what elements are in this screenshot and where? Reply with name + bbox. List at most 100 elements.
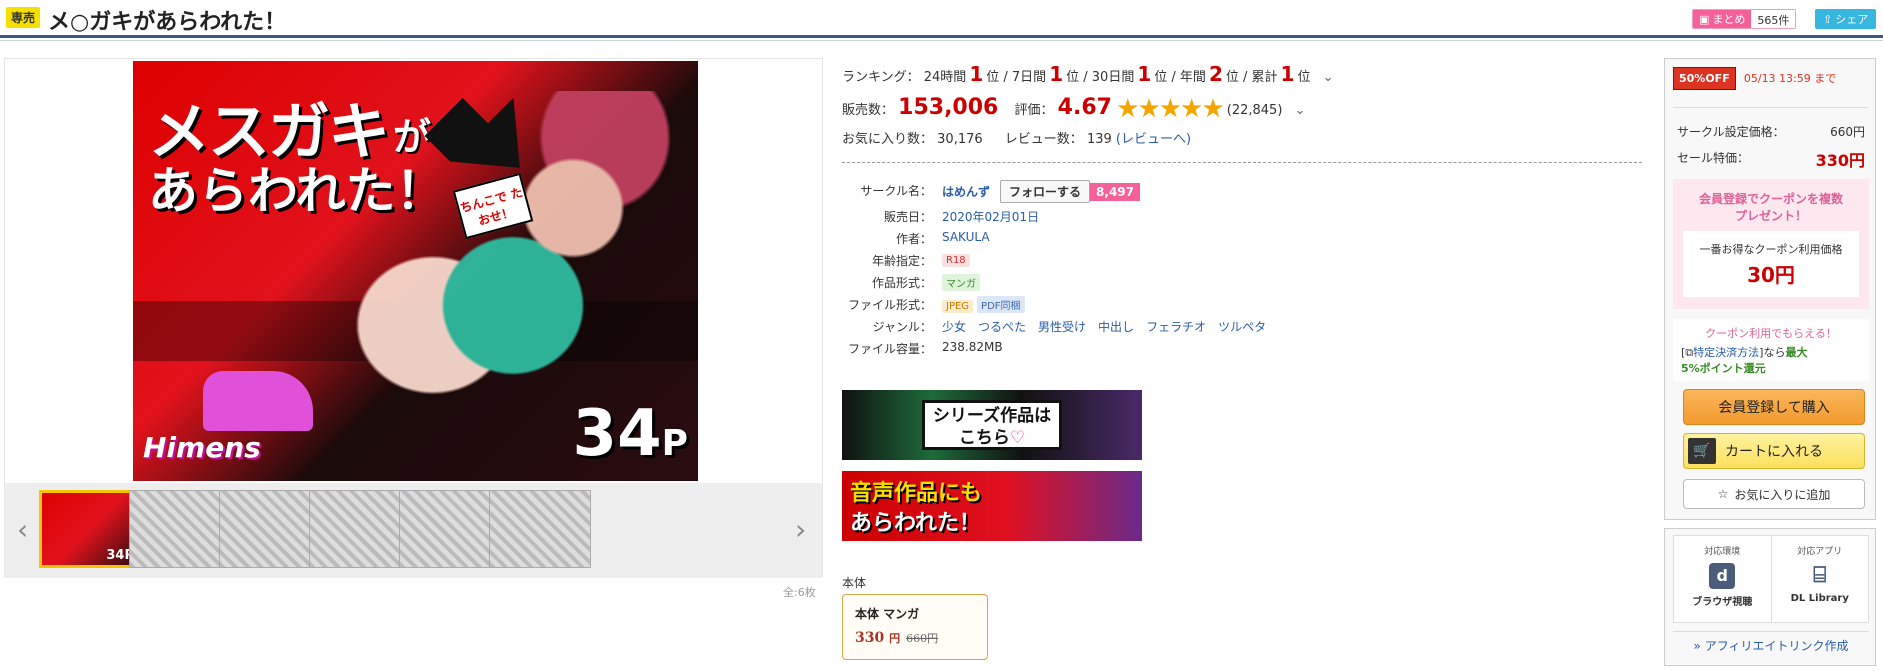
sales-row: 販売数： 153,006 評価： 4.67 ★★★★★ (22,845) ⌄ bbox=[842, 94, 1305, 124]
age-key: 年齢指定： bbox=[871, 254, 932, 268]
edition-title: 本体 マンガ bbox=[855, 607, 920, 621]
genre-link[interactable]: フェラチオ bbox=[1146, 320, 1206, 334]
ranking-period: 累計 bbox=[1251, 70, 1278, 85]
edition-price-value: 330 bbox=[855, 630, 885, 646]
coupon-heading: 会員登録でクーポンを複数プレゼント！ bbox=[1698, 192, 1843, 223]
add-to-cart-button[interactable]: 🛒 カートに入れる bbox=[1683, 433, 1865, 469]
edition-old-price: 660円 bbox=[906, 632, 939, 645]
file-format-tag[interactable]: JPEG bbox=[942, 300, 974, 313]
ranking-unit: 位 bbox=[1154, 70, 1168, 85]
star-icon: ☆ bbox=[1717, 487, 1729, 501]
affiliate-link[interactable]: » アフィリエイトリンク作成 bbox=[1673, 631, 1869, 659]
thumbnail[interactable] bbox=[399, 490, 501, 568]
rating-value: 4.67 bbox=[1057, 95, 1112, 120]
app-env[interactable]: 対応アプリ ⌸ DL Library bbox=[1770, 536, 1869, 622]
genre-link[interactable]: 中出し bbox=[1098, 320, 1134, 334]
release-date-link[interactable]: 2020年02月01日 bbox=[942, 208, 1039, 225]
voice-banner[interactable]: 音声作品にも あらわれた！ bbox=[842, 471, 1142, 541]
env-name: ブラウザ視聴 bbox=[1692, 597, 1753, 608]
ranking-value: 2 bbox=[1208, 62, 1223, 86]
sale-deadline: 05/13 13:59 まで bbox=[1743, 72, 1837, 85]
thumbnail[interactable] bbox=[489, 490, 591, 568]
genre-link[interactable]: 少女 bbox=[942, 320, 966, 334]
ranking-value: 1 bbox=[1280, 62, 1295, 86]
genre-link[interactable]: ツルペタ bbox=[1218, 320, 1266, 334]
work-info-table: サークル名： はめんず フォローする 8,497 販売日： 2020年02月01日 … bbox=[842, 176, 1442, 360]
edition-option[interactable]: 本体 マンガ 330 円 660円 bbox=[842, 594, 988, 660]
environment-panel: 対応環境 d ブラウザ視聴 対応アプリ ⌸ DL Library » アフィリエ… bbox=[1664, 528, 1876, 666]
payment-method-link[interactable]: 特定決済方法 bbox=[1693, 346, 1759, 359]
age-tag[interactable]: R18 bbox=[942, 254, 970, 267]
file-format-tag[interactable]: PDF同梱 bbox=[977, 296, 1025, 313]
dl-library-icon: ⌸ bbox=[1813, 563, 1827, 588]
matome-button[interactable]: ▣ まとめ 565件 bbox=[1692, 9, 1797, 29]
matome-label: まとめ bbox=[1712, 13, 1746, 26]
sales-label: 販売数： bbox=[842, 103, 895, 118]
series-banner[interactable]: シリーズ作品は こちら♡ bbox=[842, 390, 1142, 460]
ranking-value: 1 bbox=[1049, 62, 1064, 86]
sale-price-value: 330円 bbox=[1815, 151, 1865, 170]
cover-shoe-illustration bbox=[203, 371, 313, 431]
sale-banner: 50%OFF 05/13 13:59 まで bbox=[1673, 67, 1869, 90]
sales-count: 153,006 bbox=[898, 95, 999, 120]
file-format-key: ファイル形式： bbox=[847, 298, 932, 312]
edition-price-unit: 円 bbox=[889, 632, 901, 645]
ranking-unit: 位 bbox=[1225, 70, 1239, 85]
genre-key: ジャンル： bbox=[872, 320, 932, 334]
page-title: メ○ガキがあらわれた！ bbox=[48, 10, 287, 35]
review-count: 139 bbox=[1086, 132, 1112, 147]
edition-price: 330 円 660円 bbox=[855, 630, 975, 646]
genre-link[interactable]: 男性受け bbox=[1038, 320, 1086, 334]
browser-env[interactable]: 対応環境 d ブラウザ視聴 bbox=[1674, 536, 1771, 622]
circle-link[interactable]: はめんず bbox=[942, 185, 990, 199]
env-name: DL Library bbox=[1790, 593, 1849, 604]
env-label: 対応アプリ bbox=[1797, 547, 1843, 557]
thumbnail[interactable] bbox=[219, 490, 321, 568]
ranking-value: 1 bbox=[1137, 62, 1152, 86]
bookmark-icon: ▣ bbox=[1699, 12, 1710, 26]
add-favorite-button[interactable]: ☆ お気に入りに追加 bbox=[1683, 479, 1865, 509]
favorites-count: 30,176 bbox=[937, 132, 983, 147]
thumbnail[interactable] bbox=[39, 490, 141, 568]
ranking-period: 7日間 bbox=[1011, 70, 1047, 85]
external-link-icon: ⧉ bbox=[1685, 346, 1694, 359]
genre-link[interactable]: つるぺた bbox=[978, 320, 1026, 334]
share-label: シェア bbox=[1835, 13, 1869, 26]
edition-section-label: 本体 bbox=[842, 576, 867, 590]
image-gallery: メスガキ が あらわれた！ ちんこで たおせ！ Himens 34P ‹ › bbox=[4, 58, 823, 578]
voice-banner-line1: 音声作品にも bbox=[850, 481, 983, 506]
sale-price-label: セール特価： bbox=[1677, 151, 1750, 165]
voice-banner-line2: あらわれた！ bbox=[850, 511, 981, 536]
chevron-down-icon[interactable]: ⌄ bbox=[1323, 70, 1334, 85]
author-key: 作者： bbox=[895, 232, 932, 246]
register-purchase-button[interactable]: 会員登録して購入 bbox=[1683, 389, 1865, 425]
author-link[interactable]: SAKULA bbox=[942, 230, 990, 244]
ranking-unit: 位 bbox=[1066, 70, 1080, 85]
file-size-key: ファイル容量： bbox=[847, 342, 932, 356]
cart-label: カートに入れる bbox=[1725, 444, 1823, 460]
coupon-promo[interactable]: 会員登録でクーポンを複数プレゼント！ 一番お得なクーポン利用価格 30円 bbox=[1673, 179, 1869, 309]
rating-label: 評価： bbox=[1014, 103, 1054, 118]
review-link[interactable]: (レビューへ) bbox=[1116, 132, 1191, 147]
series-banner-text: シリーズ作品は こちら♡ bbox=[922, 400, 1062, 450]
ranking-unit: 位 bbox=[986, 70, 1000, 85]
discount-badge: 50%OFF bbox=[1673, 67, 1736, 90]
cover-pages-unit: P bbox=[661, 423, 688, 464]
image-count: 全:6枚 bbox=[783, 586, 816, 599]
exclusive-badge: 専売 bbox=[6, 7, 41, 28]
format-key: 作品形式： bbox=[871, 276, 932, 290]
series-banner-line1: シリーズ作品は bbox=[932, 406, 1052, 426]
thumbnail[interactable] bbox=[309, 490, 411, 568]
follow-button[interactable]: フォローする bbox=[1000, 180, 1091, 203]
thumbnail-strip: ‹ › bbox=[5, 483, 822, 578]
cart-icon: 🛒 bbox=[1688, 438, 1716, 464]
main-cover-image[interactable]: メスガキ が あらわれた！ ちんこで たおせ！ Himens 34P bbox=[133, 61, 698, 481]
ranking-unit: 位 bbox=[1297, 70, 1311, 85]
chevron-down-icon[interactable]: ⌄ bbox=[1295, 103, 1306, 118]
format-tag[interactable]: マンガ bbox=[942, 274, 980, 291]
thumbnail[interactable] bbox=[129, 490, 231, 568]
prev-arrow-icon[interactable]: ‹ bbox=[17, 513, 28, 546]
next-arrow-icon[interactable]: › bbox=[795, 513, 806, 546]
share-button[interactable]: ⇧ シェア bbox=[1815, 9, 1877, 29]
note-mid: ]なら bbox=[1759, 346, 1786, 359]
